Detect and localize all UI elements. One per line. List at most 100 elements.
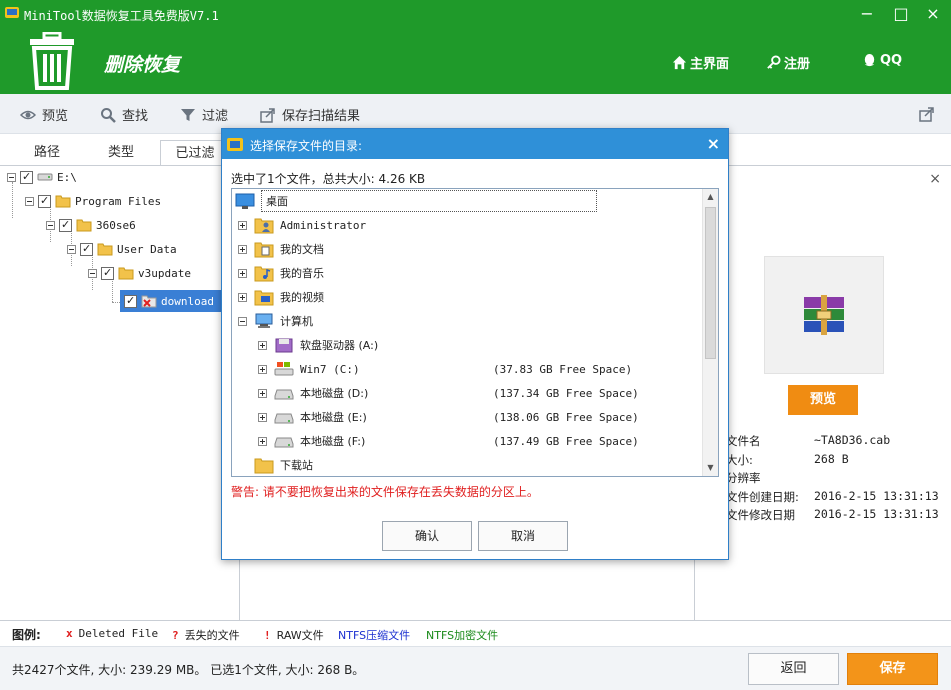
deleted-folder-icon: [141, 295, 157, 308]
info-key: 大小:: [726, 453, 753, 467]
collapse-toggle[interactable]: [46, 220, 55, 230]
trash-icon: [30, 32, 74, 90]
cancel-button[interactable]: 取消: [478, 521, 568, 551]
tree-row[interactable]: v3update: [88, 262, 191, 284]
scroll-down-icon[interactable]: ▼: [703, 460, 718, 476]
dialog-close-button[interactable]: ×: [707, 134, 720, 153]
floppy-icon: [275, 338, 293, 353]
preview-toolbar-button[interactable]: 预览: [20, 105, 68, 124]
tree-checkbox[interactable]: [101, 266, 114, 280]
register-link[interactable]: 注册: [766, 53, 810, 72]
tree-checkbox[interactable]: [59, 218, 72, 232]
confirm-button[interactable]: 确认: [382, 521, 472, 551]
dir-row[interactable]: Win7 (C:) (37.83 GB Free Space): [258, 357, 708, 381]
save-scan-button[interactable]: 保存扫描结果: [260, 105, 360, 124]
maximize-button[interactable]: □: [890, 4, 912, 24]
dir-row[interactable]: 下载站: [254, 453, 313, 476]
status-text: 共2427个文件, 大小: 239.29 MB。 已选1个文件, 大小: 268…: [12, 663, 365, 677]
find-button[interactable]: 查找: [100, 105, 148, 124]
collapse-toggle[interactable]: [238, 316, 247, 326]
scroll-thumb[interactable]: [705, 207, 716, 359]
scroll-up-icon[interactable]: ▲: [703, 189, 718, 205]
tree-label: download: [161, 294, 214, 308]
tab-type[interactable]: 类型: [86, 140, 156, 165]
legend-ntfs-encrypted: NTFS加密文件: [426, 629, 499, 642]
dir-row[interactable]: 我的文档: [238, 237, 324, 261]
app-header: MiniTool数据恢复工具免费版V7.1 − □ × 删除恢复 主界面 注册 …: [0, 0, 951, 94]
dir-row[interactable]: Administrator: [238, 213, 366, 237]
free-space: (138.06 GB Free Space): [493, 410, 639, 424]
tree-checkbox[interactable]: [124, 294, 137, 308]
close-preview-button[interactable]: ×: [929, 171, 941, 187]
drive-icon: [37, 173, 53, 181]
info-value: 2016-2-15 13:31:13: [814, 507, 939, 521]
expand-toggle[interactable]: [258, 436, 267, 446]
tree-row-selected[interactable]: download: [120, 290, 221, 312]
dir-label: 本地磁盘 (D:): [300, 387, 369, 400]
folder-tree: E:\ Program Files 360se6 User Data v3upd…: [0, 166, 240, 620]
preview-toolbar-label: 预览: [42, 109, 69, 124]
qq-link[interactable]: QQ: [862, 53, 902, 68]
preview-button[interactable]: 预览: [788, 385, 858, 415]
selection-summary: 选中了1个文件，总共大小: 4.26 KB: [231, 172, 426, 186]
expand-toggle[interactable]: [238, 268, 247, 278]
dir-row[interactable]: 本地磁盘 (E:) (138.06 GB Free Space): [258, 405, 708, 429]
folder-icon: [118, 267, 134, 280]
tree-root-desktop[interactable]: 桌面: [235, 189, 597, 213]
share-icon[interactable]: [919, 106, 935, 122]
dir-label: 本地磁盘 (E:): [300, 411, 367, 424]
preview-thumbnail: [764, 256, 884, 374]
dir-row[interactable]: 本地磁盘 (D:) (137.34 GB Free Space): [258, 381, 708, 405]
archive-icon: [804, 295, 844, 335]
save-button[interactable]: 保存: [847, 653, 938, 685]
music-folder-icon: [254, 266, 274, 282]
expand-toggle[interactable]: [238, 244, 247, 254]
collapse-toggle[interactable]: [7, 172, 16, 182]
back-button[interactable]: 返回: [748, 653, 839, 685]
filter-button[interactable]: 过滤: [180, 105, 228, 124]
expand-toggle[interactable]: [258, 388, 267, 398]
expand-toggle[interactable]: [258, 340, 267, 350]
tree-row[interactable]: 360se6: [46, 214, 136, 236]
collapse-toggle[interactable]: [25, 196, 34, 206]
minimize-button[interactable]: −: [856, 4, 878, 24]
drive-icon: [274, 413, 294, 424]
dir-label: 本地磁盘 (F:): [300, 435, 366, 448]
tree-row[interactable]: E:\: [7, 166, 77, 188]
tab-filtered[interactable]: 已过滤: [160, 140, 230, 165]
module-title: 删除恢复: [104, 54, 181, 76]
preview-panel: × 预览 文件名 ~TA8D36.cab 大小: 268 B 分辨率 文件创建日…: [696, 166, 951, 620]
expand-toggle[interactable]: [238, 292, 247, 302]
collapse-toggle[interactable]: [67, 244, 76, 254]
expand-toggle[interactable]: [238, 220, 247, 230]
legend-title: 图例:: [12, 628, 41, 642]
key-icon: [767, 55, 781, 69]
close-window-button[interactable]: ×: [922, 4, 944, 24]
info-value: 2016-2-15 13:31:13: [814, 489, 939, 503]
tree-checkbox[interactable]: [80, 242, 93, 256]
user-folder-icon: [254, 218, 274, 234]
expand-toggle[interactable]: [258, 412, 267, 422]
dir-row[interactable]: 软盘驱动器 (A:): [258, 333, 378, 357]
tree-checkbox[interactable]: [20, 170, 33, 184]
funnel-icon: [181, 108, 195, 121]
tree-label: E:\: [57, 170, 77, 184]
folder-icon: [55, 195, 71, 208]
legend-label: RAW文件: [276, 629, 324, 642]
home-link[interactable]: 主界面: [672, 53, 729, 72]
tree-label: v3update: [138, 266, 191, 280]
vertical-scrollbar[interactable]: ▲ ▼: [702, 189, 718, 476]
tree-checkbox[interactable]: [38, 194, 51, 208]
expand-toggle[interactable]: [258, 364, 267, 374]
dir-row[interactable]: 我的视频: [238, 285, 324, 309]
dir-row[interactable]: 计算机: [238, 309, 313, 333]
dir-label: 我的音乐: [280, 267, 324, 280]
tab-path[interactable]: 路径: [12, 140, 82, 165]
tree-row[interactable]: Program Files: [25, 190, 161, 212]
dir-row[interactable]: 本地磁盘 (F:) (137.49 GB Free Space): [258, 429, 708, 453]
dir-row[interactable]: 我的音乐: [238, 261, 324, 285]
info-key: 分辨率: [726, 471, 761, 485]
info-value: 268 B: [814, 452, 849, 466]
collapse-toggle[interactable]: [88, 268, 97, 278]
tree-row[interactable]: User Data: [67, 238, 177, 260]
